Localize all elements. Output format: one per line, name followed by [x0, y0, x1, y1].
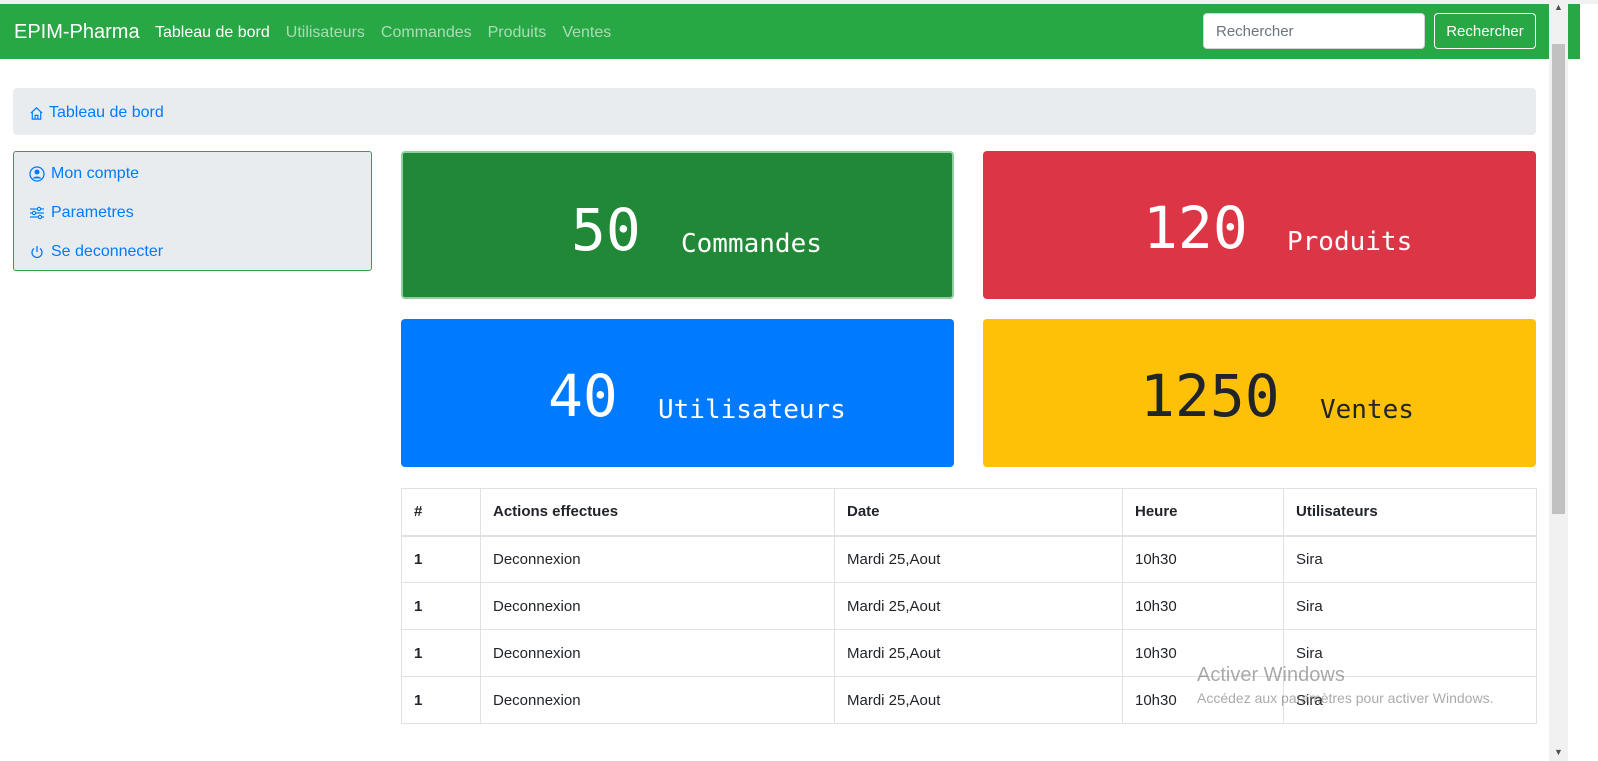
stat-label: Ventes	[1320, 395, 1414, 425]
stat-value: 40	[548, 362, 618, 430]
cell-action: Deconnexion	[480, 535, 835, 583]
stat-value: 120	[1143, 194, 1248, 262]
stat-value: 50	[571, 196, 641, 264]
scrollbar-thumb[interactable]	[1552, 44, 1565, 514]
sidebar-item-parametres[interactable]: Parametres	[29, 202, 134, 224]
sidebar-item-mon-compte[interactable]: Mon compte	[29, 163, 139, 185]
cell-action: Deconnexion	[480, 629, 835, 677]
sidebar-item-label: Se deconnecter	[51, 243, 164, 260]
cell-date: Mardi 25,Aout	[834, 535, 1123, 583]
scroll-up-arrow-icon[interactable]: ▲	[1554, 2, 1563, 12]
stat-label: Produits	[1287, 227, 1413, 257]
cell-date: Mardi 25,Aout	[834, 582, 1123, 630]
cell-action: Deconnexion	[480, 676, 835, 724]
vertical-scrollbar[interactable]: ▲ ▼	[1549, 0, 1568, 761]
top-navbar: EPIM-Pharma Tableau de bord Utilisateurs…	[0, 4, 1580, 59]
search-button[interactable]: Rechercher	[1434, 13, 1536, 49]
cell-index: 1	[401, 582, 481, 630]
nav-link-tableau-de-bord[interactable]: Tableau de bord	[155, 24, 270, 42]
cell-heure: 10h30	[1122, 676, 1284, 724]
nav-link-commandes[interactable]: Commandes	[381, 24, 472, 42]
breadcrumb-link-tableau-de-bord[interactable]: Tableau de bord	[49, 104, 164, 122]
breadcrumb: Tableau de bord	[13, 88, 1536, 135]
cell-index: 1	[401, 676, 481, 724]
sidebar-item-se-deconnecter[interactable]: Se deconnecter	[29, 241, 163, 263]
stat-label: Commandes	[681, 229, 822, 259]
search-input[interactable]	[1203, 13, 1425, 49]
power-icon	[31, 246, 43, 259]
user-circle-icon	[29, 166, 45, 182]
table-row: 1 Deconnexion Mardi 25,Aout 10h30 Sira	[401, 676, 1537, 724]
brand-logo[interactable]: EPIM-Pharma	[14, 21, 140, 44]
cell-index: 1	[401, 535, 481, 583]
cell-index: 1	[401, 629, 481, 677]
nav-link-produits[interactable]: Produits	[488, 24, 547, 42]
cell-utilisateur: Sira	[1283, 582, 1537, 630]
nav-links: Tableau de bord Utilisateurs Commandes P…	[155, 24, 611, 42]
table-row: 1 Deconnexion Mardi 25,Aout 10h30 Sira	[401, 582, 1537, 630]
stat-card-commandes[interactable]: 50 Commandes	[401, 151, 954, 299]
stat-card-produits[interactable]: 120 Produits	[983, 151, 1536, 299]
cell-utilisateur: Sira	[1283, 676, 1537, 724]
stat-value: 1250	[1140, 362, 1280, 430]
sidebar-item-label: Mon compte	[51, 165, 140, 182]
cell-heure: 10h30	[1122, 535, 1284, 583]
sidebar-item-label: Parametres	[51, 204, 134, 221]
stat-card-ventes[interactable]: 1250 Ventes	[983, 319, 1536, 467]
column-header-date: Date	[834, 488, 1123, 537]
nav-link-ventes[interactable]: Ventes	[562, 24, 611, 42]
scroll-down-arrow-icon[interactable]: ▼	[1554, 747, 1563, 757]
table-row: 1 Deconnexion Mardi 25,Aout 10h30 Sira	[401, 629, 1537, 677]
cell-action: Deconnexion	[480, 582, 835, 630]
cell-heure: 10h30	[1122, 582, 1284, 630]
column-header-heure: Heure	[1122, 488, 1284, 537]
cell-utilisateur: Sira	[1283, 629, 1537, 677]
column-header-utilisateurs: Utilisateurs	[1283, 488, 1537, 537]
home-icon	[29, 106, 44, 126]
cell-utilisateur: Sira	[1283, 535, 1537, 583]
table-header-row: # Actions effectues Date Heure Utilisate…	[401, 488, 1537, 537]
column-header-index: #	[401, 488, 481, 537]
table-row: 1 Deconnexion Mardi 25,Aout 10h30 Sira	[401, 535, 1537, 583]
cell-heure: 10h30	[1122, 629, 1284, 677]
activity-table: # Actions effectues Date Heure Utilisate…	[401, 488, 1537, 724]
column-header-actions: Actions effectues	[480, 488, 835, 537]
cell-date: Mardi 25,Aout	[834, 676, 1123, 724]
stat-card-utilisateurs[interactable]: 40 Utilisateurs	[401, 319, 954, 467]
stat-label: Utilisateurs	[658, 395, 846, 425]
sidebar-menu: Mon compte Parametres Se deconnecter	[13, 151, 372, 271]
nav-link-utilisateurs[interactable]: Utilisateurs	[286, 24, 365, 42]
sliders-icon	[30, 206, 44, 220]
cell-date: Mardi 25,Aout	[834, 629, 1123, 677]
